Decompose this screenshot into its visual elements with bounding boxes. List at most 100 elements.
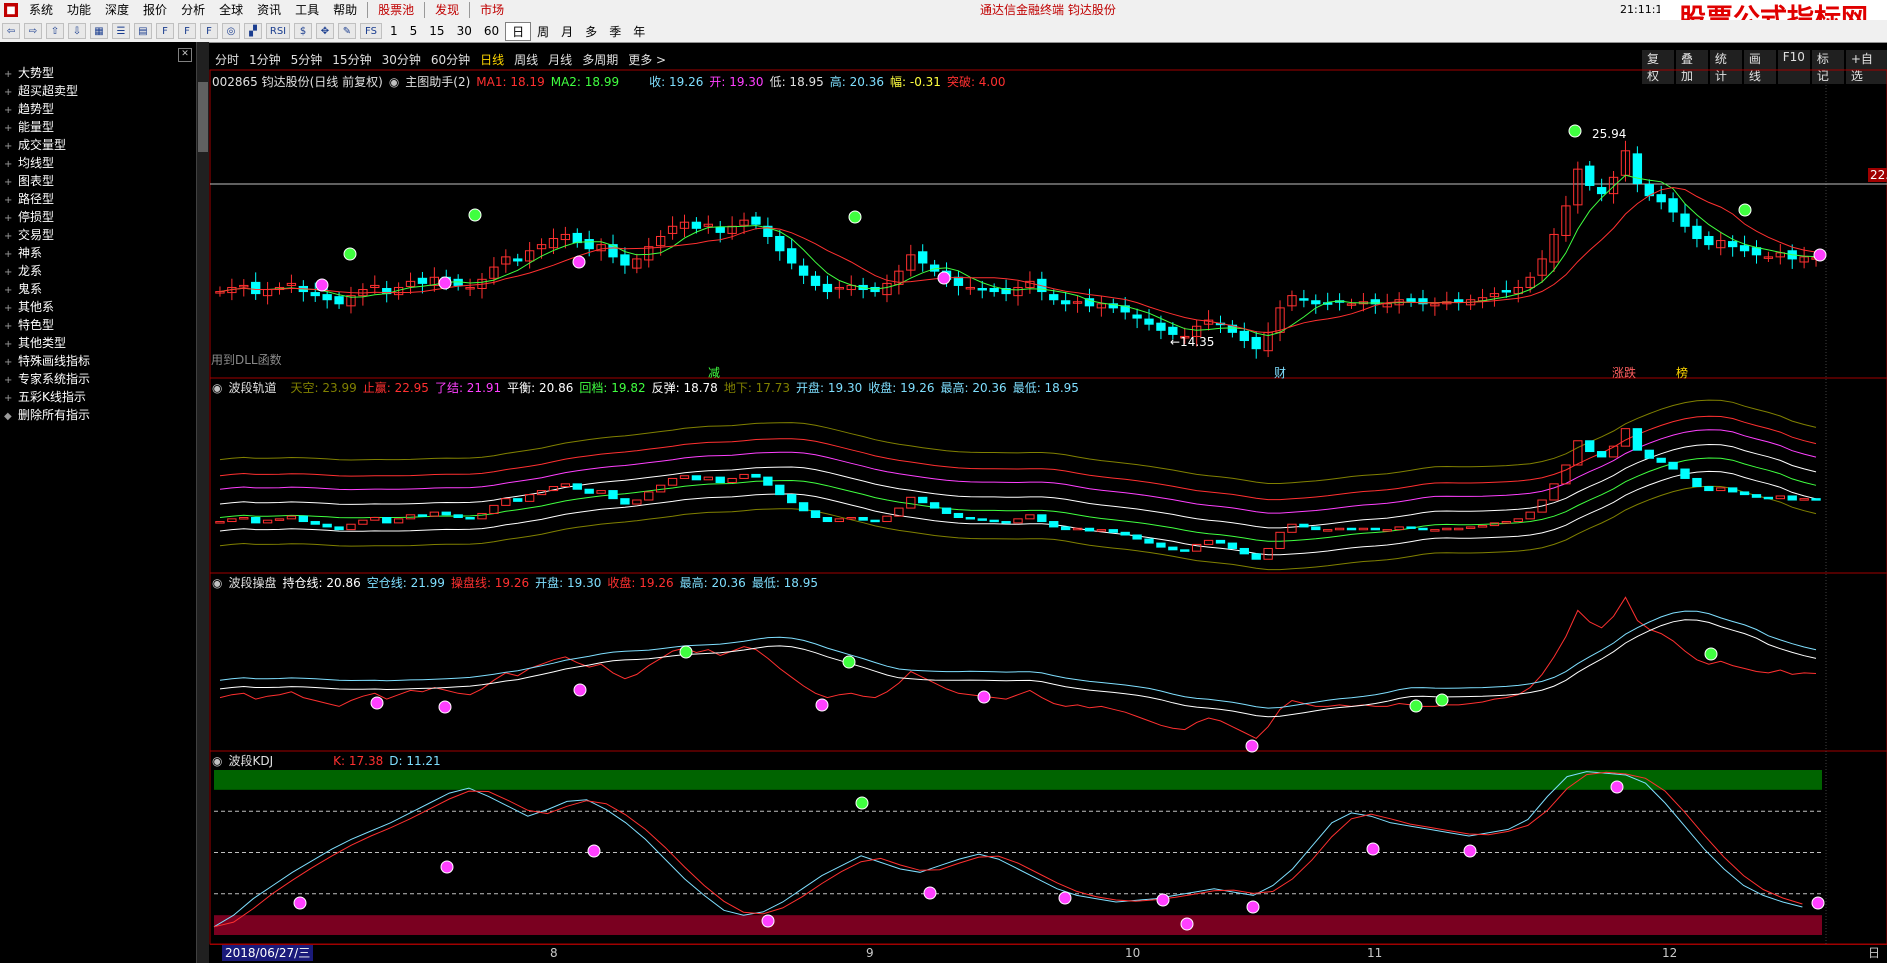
band-candle: [1501, 521, 1512, 524]
candle-body: [1049, 294, 1059, 301]
candle-body: [1596, 187, 1607, 195]
band-candle: [1334, 527, 1345, 531]
date-tick: 11: [1367, 946, 1383, 960]
band-candle: [882, 515, 892, 523]
band-candle: [1704, 486, 1714, 492]
stock-name[interactable]: 002865 钧达股份(日线 前复权): [212, 74, 383, 90]
band-candle: [1775, 495, 1785, 500]
main-panel-title: 002865 钧达股份(日线 前复权) ◉ 主图助手(2) MA1: 18.19…: [212, 74, 1012, 90]
band-candle: [798, 502, 809, 512]
candle-body: [775, 235, 785, 252]
band-candle: [1251, 553, 1261, 560]
band-candle: [989, 519, 999, 523]
band-line: [219, 485, 1817, 571]
indicator-value: 地下: 17.73: [723, 381, 791, 395]
band-candle: [715, 476, 725, 484]
buy-signal-icon: [438, 700, 452, 714]
kdj-panel-title: ◉ 波段KDJ K: 17.38 D: 11.21: [212, 753, 447, 769]
band-candle: [215, 521, 225, 524]
low-mark-label: ←14.35: [1170, 335, 1215, 349]
band-candle: [846, 517, 856, 520]
band-candle: [584, 488, 594, 494]
trade-line: [219, 596, 1817, 740]
sell-signal-icon: [1738, 203, 1752, 217]
indicator-value: 最高: 20.36: [940, 381, 1007, 395]
band-candle: [1656, 457, 1666, 463]
candle-body: [1454, 299, 1464, 303]
kdj-k-line: [213, 771, 1803, 928]
band-candle: [1060, 526, 1071, 531]
trade-fields: 持仓线: 20.86 空仓线: 21.99 操盘线: 19.26 开盘: 19.30 收…: [283, 575, 825, 591]
date-tick: 10: [1125, 946, 1141, 960]
band-candle: [1465, 526, 1476, 529]
candle-body: [1751, 247, 1762, 256]
candle-body: [1704, 235, 1714, 246]
band-candle: [1739, 491, 1750, 496]
kdj-panel-name[interactable]: 波段KDJ: [228, 753, 273, 769]
band-candle: [870, 519, 880, 523]
candle-body: [1727, 241, 1738, 248]
indicator-value: 天空: 23.99: [290, 381, 357, 395]
band-candle: [1620, 428, 1631, 447]
date-tick: 12: [1662, 946, 1678, 960]
band-candle: [1084, 527, 1095, 532]
candle-body: [1144, 318, 1154, 325]
band-candle: [644, 491, 654, 501]
band-candle: [1203, 539, 1214, 545]
sell-signal-icon: [468, 208, 482, 222]
candle-body: [810, 275, 821, 286]
band-candle: [1263, 547, 1273, 560]
band-candle: [929, 502, 940, 509]
ma1-value: MA1: 18.19: [476, 75, 545, 89]
band-candle: [1156, 542, 1166, 548]
band-candle: [1799, 498, 1809, 501]
band-candle: [1549, 483, 1559, 501]
low-value: 低: 18.95: [769, 75, 824, 89]
band-candle: [1811, 498, 1821, 501]
trade-panel-name[interactable]: 波段操盘: [228, 575, 276, 591]
buy-signal-icon: [937, 271, 951, 285]
ma2-value: MA2: 18.99: [550, 75, 620, 89]
candle-body: [1299, 298, 1309, 301]
buy-signal-icon: [815, 698, 829, 712]
band-candle: [298, 515, 309, 523]
chart-canvas[interactable]: [0, 0, 1887, 963]
buy-signal-icon: [761, 914, 775, 928]
band-candle: [977, 518, 987, 521]
band-candle: [513, 498, 523, 502]
band-candle: [620, 498, 630, 505]
band-candle: [667, 477, 678, 486]
band-candle: [227, 518, 237, 523]
band-candle: [1430, 529, 1440, 532]
main-helper[interactable]: 主图助手(2): [405, 74, 470, 90]
band-candle: [417, 514, 428, 517]
band-candle: [822, 517, 833, 523]
buy-signal-icon: [573, 683, 587, 697]
helper-circle-icon[interactable]: ◉: [389, 74, 399, 90]
open-value: 开: 19.30: [709, 75, 764, 89]
indicator-value: 回档: 19.82: [579, 381, 646, 395]
band-candle: [1001, 521, 1011, 524]
band-candle: [1596, 451, 1607, 458]
panel-circle-icon[interactable]: ◉: [212, 753, 222, 769]
band-candle: [632, 499, 642, 505]
panel-circle-icon[interactable]: ◉: [212, 380, 222, 396]
band-candle: [1287, 523, 1297, 533]
buy-signal-icon: [293, 896, 307, 910]
sell-signal-icon: [842, 655, 856, 669]
current-date: 2018/06/27/三: [222, 945, 314, 961]
candle-body: [1656, 194, 1666, 203]
chart-frame: [209, 69, 1887, 945]
indicator-value: 操盘线: 19.26: [450, 576, 530, 590]
band-candle: [1013, 518, 1023, 524]
band-panel-name[interactable]: 波段轨道: [228, 380, 276, 396]
trade-panel-title: ◉ 波段操盘 持仓线: 20.86 空仓线: 21.99 操盘线: 19.26 开盘:…: [212, 575, 830, 591]
band-candle: [560, 483, 571, 488]
band-candle: [834, 518, 845, 523]
panel-circle-icon[interactable]: ◉: [212, 575, 222, 591]
candle-body: [715, 226, 725, 233]
band-candle: [465, 517, 475, 520]
change-value: 幅: -0.31: [890, 75, 941, 89]
candle-body: [1668, 198, 1678, 213]
tag-finance: 财: [1274, 366, 1287, 380]
